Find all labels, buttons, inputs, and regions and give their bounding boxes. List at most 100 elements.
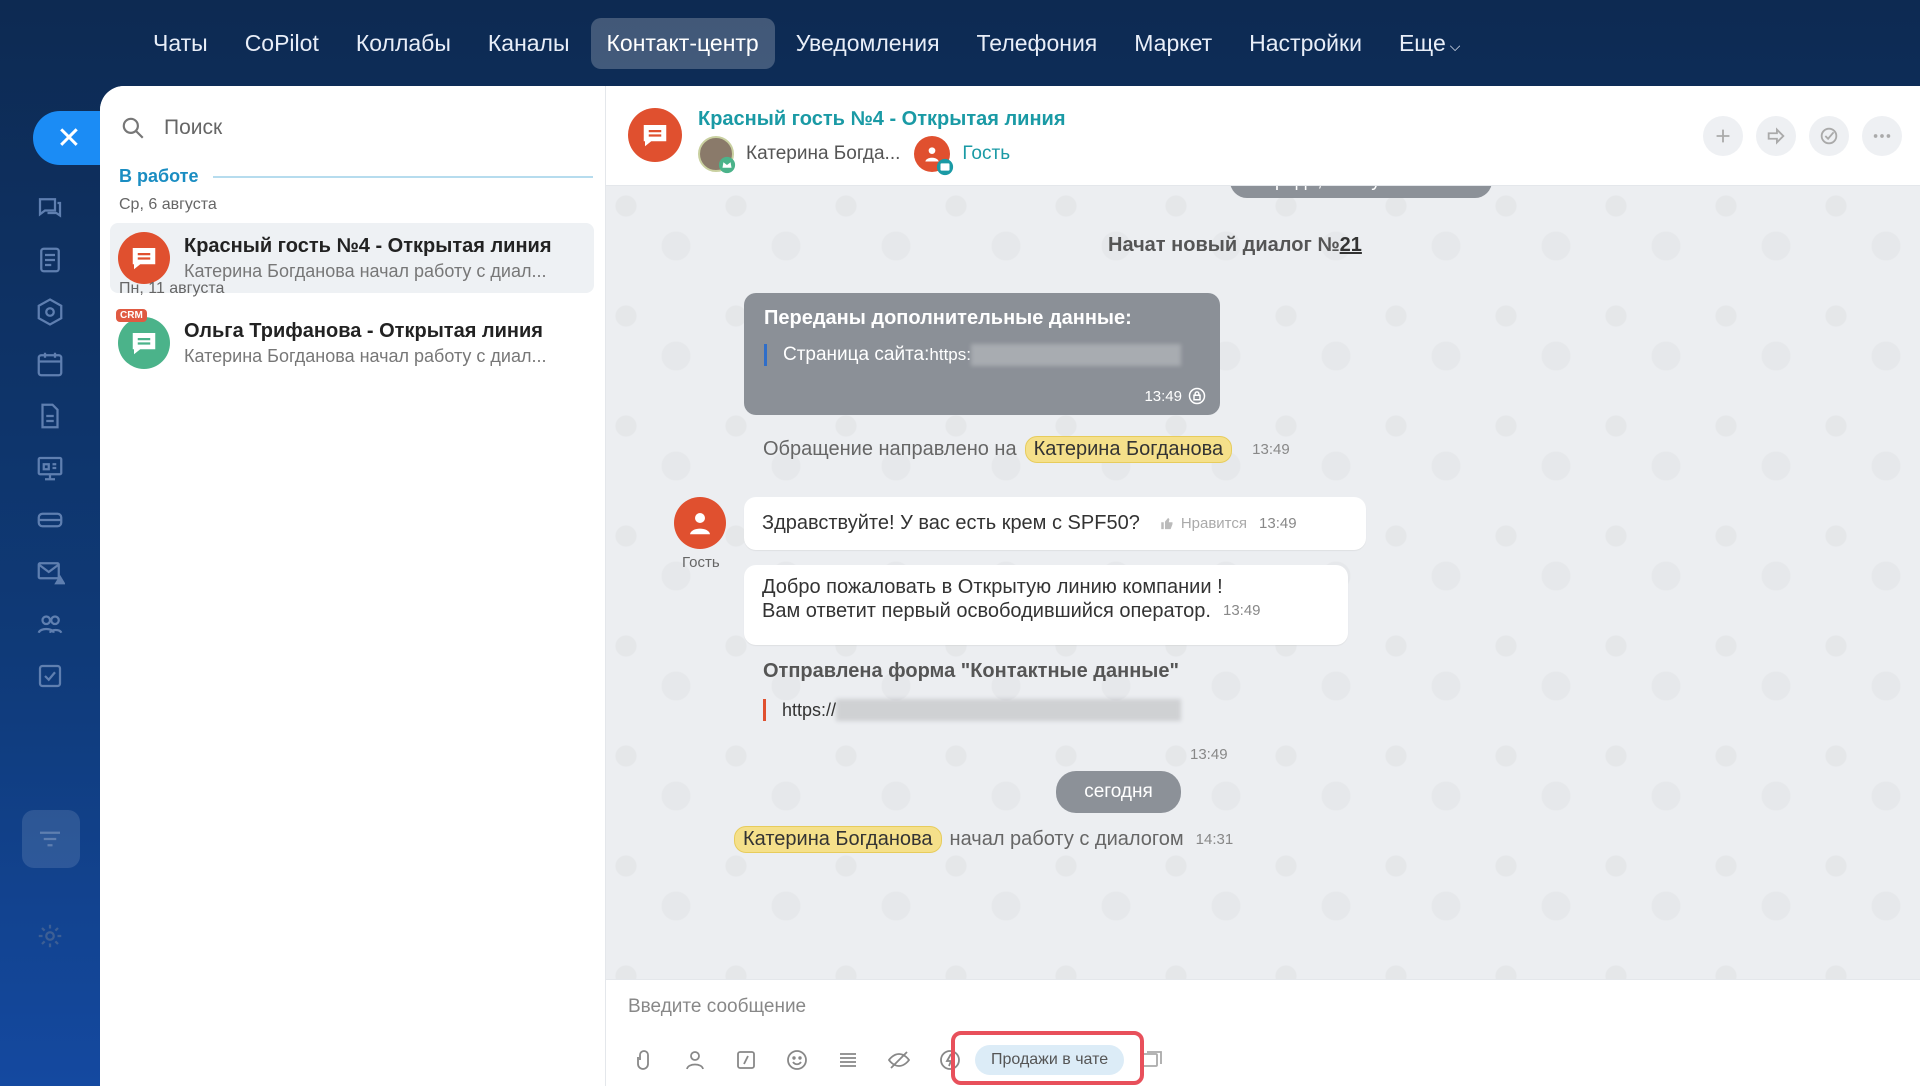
message-time: 13:49 <box>1252 441 1290 458</box>
member-guest[interactable]: Гость <box>914 136 1011 176</box>
nav-collabs[interactable]: Коллабы <box>340 18 467 69</box>
new-dialog-text: Начат новый диалог № <box>1108 234 1340 256</box>
nav-market[interactable]: Маркет <box>1118 18 1228 69</box>
date-separator: Ср, 6 августа <box>119 196 217 213</box>
openline-chat-icon <box>643 125 667 147</box>
finish-icon[interactable] <box>1809 116 1849 156</box>
operator-mention[interactable]: Катерина Богданова <box>734 826 942 853</box>
more-icon[interactable] <box>1862 116 1902 156</box>
contacts-icon[interactable] <box>34 608 66 640</box>
routed-line: Обращение направлено на Катерина Богдано… <box>763 436 1290 463</box>
member-operator[interactable]: Катерина Богда... <box>698 136 901 174</box>
mail-alert-icon[interactable] <box>34 556 66 588</box>
nav-copilot[interactable]: CoPilot <box>229 18 335 69</box>
document-icon[interactable] <box>34 244 66 276</box>
nav-more[interactable]: Еще ⌵ <box>1383 18 1476 69</box>
smile-icon[interactable] <box>779 1042 815 1078</box>
form-link[interactable]: https:// <box>782 700 836 721</box>
forward-icon[interactable] <box>1756 116 1796 156</box>
date-separator: Пн, 11 августа <box>119 280 225 297</box>
form-sent-message: Отправлена форма "Контактные данные" htt… <box>763 660 1263 763</box>
chat-area: Красный гость №4 - Открытая линия Катери… <box>606 86 1920 1086</box>
add-icon[interactable] <box>1703 116 1743 156</box>
composer-toolbar: Продажи в чате <box>626 1042 1185 1078</box>
slash-command-icon[interactable] <box>728 1042 764 1078</box>
lock-icon <box>1188 387 1206 405</box>
composer: Продажи в чате <box>606 979 1920 1086</box>
data-card-label: Страница сайта: <box>783 344 930 365</box>
storage-icon[interactable] <box>34 504 66 536</box>
left-rail: ✕ <box>0 86 105 1086</box>
chat-header: Красный гость №4 - Открытая линия Катери… <box>606 86 1920 186</box>
templates-icon[interactable] <box>830 1042 866 1078</box>
nav-chats[interactable]: Чаты <box>137 18 224 69</box>
nav-channels[interactable]: Каналы <box>472 18 586 69</box>
top-navigation: Чаты CoPilot Коллабы Каналы Контакт-цент… <box>0 0 1920 86</box>
dialog-number-link[interactable]: 21 <box>1340 234 1362 257</box>
started-text: начал работу с диалогом <box>949 828 1184 850</box>
like-label: Нравится <box>1180 515 1248 532</box>
chat-name: Красный гость №4 - Открытая линия <box>184 234 552 257</box>
form-link-row[interactable]: https:// <box>763 699 1263 721</box>
thumbs-up-icon <box>1161 517 1173 530</box>
file-icon[interactable] <box>34 400 66 432</box>
sales-in-chat-button[interactable]: Продажи в чате <box>975 1045 1125 1075</box>
message-time: 14:31 <box>1195 831 1234 848</box>
conversation-list: В работе Ср, 6 августа Красный гость №4 … <box>100 86 606 1086</box>
openline-chat-icon <box>132 248 156 270</box>
guest-avatar[interactable] <box>674 497 726 549</box>
calendar-icon[interactable] <box>34 348 66 380</box>
data-card-title: Переданы дополнительные данные: <box>764 307 1132 329</box>
cards-icon[interactable] <box>1134 1042 1170 1078</box>
message-text: Здравствуйте! У вас есть крем с SPF50? <box>762 512 1140 534</box>
nav-telephony[interactable]: Телефония <box>961 18 1114 69</box>
lightning-icon[interactable] <box>932 1042 968 1078</box>
nav-notifications[interactable]: Уведомления <box>780 18 956 69</box>
member-name: Катерина Богда... <box>746 143 901 164</box>
chat-avatar <box>118 232 170 284</box>
data-card-row: Страница сайта: https: <box>764 344 1200 366</box>
nav-contact-center[interactable]: Контакт-центр <box>590 17 775 69</box>
group-header: В работе <box>119 166 593 187</box>
chat-title[interactable]: Красный гость №4 - Открытая линия <box>698 108 1066 131</box>
message-time: 13:49 <box>1259 515 1297 532</box>
close-icon[interactable]: ✕ <box>33 111 105 165</box>
operator-mention[interactable]: Катерина Богданова <box>1024 436 1233 463</box>
tasks-icon[interactable] <box>34 660 66 692</box>
paperclip-icon[interactable] <box>626 1042 662 1078</box>
welcome-message[interactable]: Добро пожаловать в Открытую линию компан… <box>744 565 1348 645</box>
crown-icon <box>718 156 736 174</box>
chat-avatar: CRM <box>116 309 170 369</box>
new-dialog-line: Начат новый диалог № 21 <box>1108 234 1362 257</box>
chat-list-item[interactable]: CRM Ольга Трифанова - Открытая линия Кат… <box>110 308 594 378</box>
search-input[interactable] <box>164 116 564 140</box>
additional-data-card: Переданы дополнительные данные: Страница… <box>744 293 1220 415</box>
group-title: В работе <box>119 166 199 186</box>
header-actions <box>1690 116 1902 156</box>
hexagon-icon[interactable] <box>34 296 66 328</box>
message-time: 13:49 <box>1190 746 1228 763</box>
nav-settings[interactable]: Настройки <box>1233 18 1378 69</box>
settings-icon[interactable] <box>34 920 66 952</box>
redacted-url <box>836 699 1182 721</box>
filter-icon[interactable] <box>34 823 66 855</box>
data-card-link[interactable]: https: <box>929 345 971 365</box>
presentation-icon[interactable] <box>34 452 66 484</box>
chat-icon[interactable] <box>34 192 66 224</box>
data-card-time: 13:49 <box>1144 387 1182 405</box>
redacted-url <box>971 344 1181 366</box>
message-feed[interactable]: среда, 6 августа 2025 Начат новый диалог… <box>606 186 1920 979</box>
chat-name: Ольга Трифанова - Открытая линия <box>184 319 543 342</box>
member-name: Гость <box>962 143 1011 164</box>
main-panel: В работе Ср, 6 августа Красный гость №4 … <box>100 86 1920 1086</box>
user-icon <box>690 513 710 535</box>
message-input[interactable] <box>628 996 1828 1018</box>
chat-preview: Катерина Богданова начал работу с диал..… <box>184 260 547 281</box>
search-box[interactable] <box>120 106 586 150</box>
group-divider <box>212 175 593 178</box>
guest-message[interactable]: Здравствуйте! У вас есть крем с SPF50? Н… <box>744 497 1366 550</box>
like-button[interactable]: Нравится <box>1160 515 1247 532</box>
welcome-line-2: Вам ответит первый освободившийся операт… <box>762 600 1211 622</box>
hidden-message-icon[interactable] <box>881 1042 917 1078</box>
user-icon[interactable] <box>677 1042 713 1078</box>
